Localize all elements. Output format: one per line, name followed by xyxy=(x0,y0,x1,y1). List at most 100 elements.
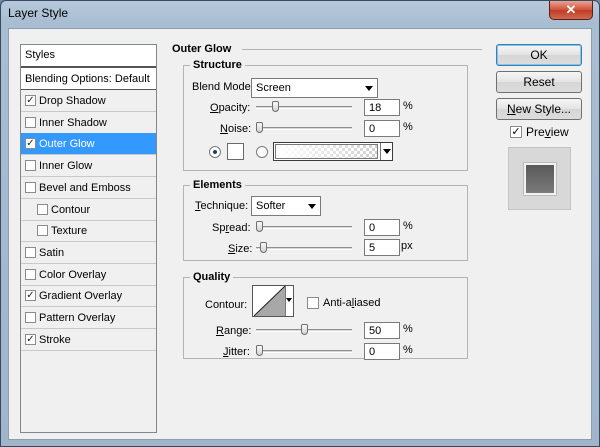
new-style-button[interactable]: New Style... xyxy=(496,98,582,120)
contour-curve-icon xyxy=(254,286,285,316)
spread-label: Spread: xyxy=(212,222,251,234)
reset-button[interactable]: Reset xyxy=(496,71,582,93)
range-slider-thumb[interactable] xyxy=(300,324,308,335)
styles-list: Styles Blending Options: Default ✓ Drop S… xyxy=(20,44,157,433)
opacity-slider-thumb[interactable] xyxy=(272,101,280,112)
jitter-input[interactable]: 0 xyxy=(364,343,400,360)
size-slider-thumb[interactable] xyxy=(260,242,268,253)
chevron-down-icon xyxy=(365,86,373,91)
gradient-dropdown[interactable] xyxy=(380,143,392,160)
styles-header[interactable]: Styles xyxy=(21,45,156,67)
styles-header-label: Styles xyxy=(25,49,55,61)
style-checkbox[interactable] xyxy=(25,312,36,323)
blend-mode-select[interactable]: Screen xyxy=(251,78,378,98)
size-unit: px xyxy=(401,240,413,252)
anti-aliased-checkbox[interactable] xyxy=(307,297,319,309)
style-checkbox[interactable] xyxy=(25,181,36,193)
size-slider-track[interactable] xyxy=(256,247,352,250)
close-icon: ✕ xyxy=(565,2,577,17)
gradient-picker[interactable] xyxy=(273,142,393,161)
style-checkbox[interactable] xyxy=(25,246,36,258)
style-checkbox[interactable] xyxy=(25,116,36,128)
style-item-texture[interactable]: Texture xyxy=(21,220,156,243)
gradient-radio[interactable] xyxy=(256,146,268,158)
style-checkbox[interactable] xyxy=(37,225,48,237)
size-label: Size: xyxy=(228,243,253,255)
chevron-down-icon xyxy=(286,298,292,302)
style-checkbox[interactable]: ✓ xyxy=(25,333,36,345)
style-item-label: Bevel and Emboss xyxy=(39,181,131,194)
style-item-satin[interactable]: Satin xyxy=(21,242,156,264)
style-item-label: Pattern Overlay xyxy=(39,312,116,324)
style-item-color-overlay[interactable]: Color Overlay xyxy=(21,264,156,286)
contour-picker[interactable] xyxy=(252,285,294,317)
size-input[interactable]: 5 xyxy=(364,239,400,256)
dialog-client: Styles Blending Options: Default ✓ Drop S… xyxy=(8,28,592,440)
blend-mode-value: Screen xyxy=(256,82,291,94)
opacity-input[interactable]: 18 xyxy=(364,99,400,116)
style-item-label: Texture xyxy=(51,225,88,238)
style-item-label: Color Overlay xyxy=(39,268,107,281)
style-item-gradient-overlay[interactable]: ✓ Gradient Overlay xyxy=(21,285,156,308)
style-item-outer-glow[interactable]: ✓ Outer Glow xyxy=(21,133,156,156)
style-checkbox[interactable] xyxy=(37,203,48,215)
style-item-label: Satin xyxy=(39,246,65,259)
jitter-label: Jitter: xyxy=(223,346,250,358)
opacity-label: Opacity: xyxy=(210,102,251,114)
style-item-inner-shadow[interactable]: Inner Shadow xyxy=(21,112,156,134)
style-item-pattern-overlay[interactable]: Pattern Overlay xyxy=(21,307,156,329)
style-item-label: Inner Glow xyxy=(39,160,93,173)
style-checkbox[interactable]: ✓ xyxy=(25,95,36,106)
anti-aliased-label: Anti-aliased xyxy=(323,297,381,309)
style-item-stroke[interactable]: ✓ Stroke xyxy=(21,329,156,351)
style-item-label: Contour xyxy=(51,203,91,216)
range-input[interactable]: 50 xyxy=(364,322,400,339)
style-item-drop-shadow[interactable]: ✓ Drop Shadow xyxy=(21,90,156,112)
layer-style-window: Layer Style ✕ Styles Blending Options: D… xyxy=(0,0,600,447)
noise-slider-track[interactable] xyxy=(256,127,352,130)
noise-slider-thumb[interactable] xyxy=(256,122,263,133)
spread-slider-thumb[interactable] xyxy=(256,221,263,232)
section-title: Outer Glow xyxy=(172,43,232,55)
preview-square xyxy=(523,162,557,196)
technique-value: Softer xyxy=(256,200,286,212)
contour-dropdown[interactable] xyxy=(285,286,293,316)
style-item-label: Inner Shadow xyxy=(39,116,107,129)
window-title: Layer Style xyxy=(8,6,69,20)
noise-input[interactable]: 0 xyxy=(364,120,400,137)
title-bar[interactable]: Layer Style ✕ xyxy=(1,1,599,25)
spread-slider-track[interactable] xyxy=(256,226,352,229)
glow-color-swatch[interactable] xyxy=(227,143,244,160)
style-item-contour[interactable]: Contour xyxy=(21,199,156,221)
opacity-unit: % xyxy=(403,100,413,112)
style-item-label: Gradient Overlay xyxy=(39,290,123,303)
ok-button[interactable]: OK xyxy=(496,44,582,66)
quality-title: Quality xyxy=(190,271,234,283)
style-item-bevel-and-emboss[interactable]: Bevel and Emboss xyxy=(21,177,156,199)
solid-color-radio[interactable] xyxy=(209,146,221,158)
close-button[interactable]: ✕ xyxy=(549,1,593,20)
structure-title: Structure xyxy=(190,59,245,71)
style-checkbox[interactable] xyxy=(25,268,36,280)
chevron-down-icon xyxy=(383,149,391,154)
style-preview xyxy=(508,147,571,210)
style-item-inner-glow[interactable]: Inner Glow xyxy=(21,155,156,178)
blending-options-item[interactable]: Blending Options: Default xyxy=(21,67,156,90)
technique-select[interactable]: Softer xyxy=(251,196,321,216)
jitter-slider-track[interactable] xyxy=(256,350,352,353)
style-checkbox[interactable] xyxy=(25,160,36,172)
preview-checkbox[interactable]: ✓ xyxy=(510,126,522,138)
opacity-slider-track[interactable] xyxy=(256,106,352,109)
noise-label: Noise: xyxy=(220,123,252,135)
jitter-unit: % xyxy=(403,344,413,356)
contour-label: Contour: xyxy=(205,299,248,311)
style-checkbox[interactable]: ✓ xyxy=(25,290,36,302)
style-checkbox[interactable]: ✓ xyxy=(25,138,36,150)
style-item-label: Drop Shadow xyxy=(39,95,106,107)
range-label: Range: xyxy=(216,325,252,337)
gradient-preview xyxy=(275,144,378,159)
range-unit: % xyxy=(403,323,413,335)
chevron-down-icon xyxy=(308,204,316,209)
jitter-slider-thumb[interactable] xyxy=(256,345,263,356)
spread-input[interactable]: 0 xyxy=(364,219,400,236)
